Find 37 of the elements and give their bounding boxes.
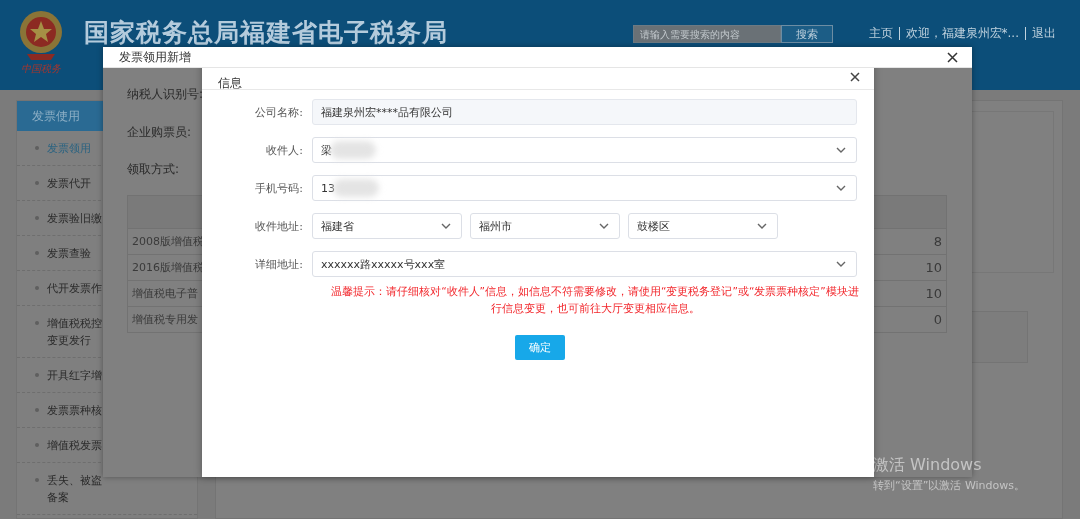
select-field[interactable]: 鼓楼区 xyxy=(628,213,778,239)
field-label: 领取方式: xyxy=(127,161,180,178)
select-field[interactable]: 福州市 xyxy=(470,213,620,239)
field-value: xxxxxx路xxxxx号xxx室 xyxy=(321,256,446,272)
field-label: 收件人: xyxy=(265,142,303,158)
sidebar-item[interactable]: 开具红字增 xyxy=(47,366,103,384)
select-field[interactable]: xxxxxx路xxxxx号xxx室 xyxy=(312,251,857,277)
select-field[interactable]: 福建省 xyxy=(312,213,462,239)
field-label: 手机号码: xyxy=(254,180,303,196)
search-field[interactable]: 请输入需要搜索的内容 xyxy=(632,25,781,43)
dialog-title: 发票领用新增 xyxy=(119,48,191,66)
field-value: 梁 xyxy=(321,142,332,158)
search-button[interactable]: 搜索 xyxy=(780,25,833,43)
sidebar-item[interactable]: 代开发票作 xyxy=(47,279,103,297)
activation-text: 转到“设置”以激活 Windows。 xyxy=(873,478,1025,493)
company-name-field: 福建泉州宏****品有限公司 xyxy=(312,99,857,125)
logo-text: 中国税务 xyxy=(21,62,61,76)
sidebar-item[interactable]: 发票查验 xyxy=(47,244,103,262)
header-link[interactable]: 欢迎，福建泉州宏*... xyxy=(898,27,1025,40)
site-title: 国家税务总局福建省电子税务局 xyxy=(84,17,448,49)
sidebar-item[interactable]: 丢失、被盗备案 xyxy=(47,471,103,506)
sidebar-item[interactable]: 发票验旧缴 xyxy=(47,209,103,227)
sidebar-item[interactable]: 发票代开 xyxy=(47,174,103,192)
sidebar-item[interactable]: 发票票种核 xyxy=(47,401,103,419)
field-label: 详细地址: xyxy=(254,256,303,272)
select-field[interactable]: 梁 xyxy=(312,137,857,163)
header-link[interactable]: 主页 xyxy=(862,27,899,40)
sidebar-item[interactable]: 增值税税控变更发行 xyxy=(47,314,103,349)
field-label: 公司名称: xyxy=(254,104,303,120)
dialog-title: 信息 xyxy=(218,75,242,92)
sidebar-item[interactable]: 增值税发票 xyxy=(47,436,103,454)
field-value: 13 xyxy=(321,181,335,195)
activation-title: 激活 Windows xyxy=(873,455,983,476)
header-link[interactable]: 退出 xyxy=(1025,27,1062,40)
select-field[interactable]: 13 xyxy=(312,175,857,201)
field-label: 纳税人识别号: xyxy=(127,86,204,103)
confirm-button[interactable]: 确定 xyxy=(514,335,565,360)
